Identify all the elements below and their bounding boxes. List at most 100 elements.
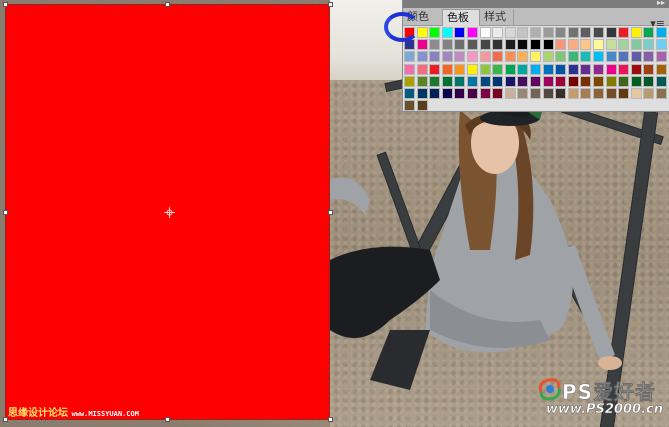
color-swatch[interactable]: [404, 88, 415, 99]
color-swatch[interactable]: [542, 88, 554, 99]
color-swatch[interactable]: [416, 51, 428, 63]
color-swatch[interactable]: [618, 63, 630, 75]
color-swatch[interactable]: [630, 63, 642, 75]
color-swatch[interactable]: [416, 88, 428, 99]
color-swatch[interactable]: [492, 39, 504, 51]
color-swatch[interactable]: [605, 39, 617, 51]
color-swatch[interactable]: [630, 39, 642, 51]
color-swatch[interactable]: [492, 75, 504, 87]
color-swatch[interactable]: [467, 51, 478, 63]
color-swatch[interactable]: [643, 39, 655, 51]
color-swatch[interactable]: [429, 88, 441, 99]
color-swatch[interactable]: [542, 27, 554, 38]
color-swatch[interactable]: [467, 88, 478, 99]
color-swatch[interactable]: [504, 27, 516, 38]
transform-handle-middle-right[interactable]: [328, 210, 333, 215]
color-swatch[interactable]: [593, 88, 604, 99]
color-swatch[interactable]: [630, 51, 642, 63]
color-swatch[interactable]: [605, 88, 617, 99]
color-swatch[interactable]: [643, 51, 655, 63]
transform-handle-middle-left[interactable]: [3, 210, 8, 215]
color-swatch[interactable]: [479, 51, 491, 63]
color-swatch[interactable]: [517, 88, 529, 99]
color-swatch[interactable]: [454, 88, 466, 99]
color-swatch[interactable]: [567, 75, 579, 87]
color-swatch[interactable]: [605, 75, 617, 87]
color-swatch[interactable]: [530, 63, 541, 75]
transform-handle-top-right[interactable]: [328, 2, 333, 7]
color-swatch[interactable]: [441, 51, 453, 63]
color-swatch[interactable]: [567, 63, 579, 75]
color-swatch[interactable]: [618, 27, 630, 38]
color-swatch[interactable]: [517, 51, 529, 63]
color-swatch[interactable]: [504, 51, 516, 63]
color-swatch[interactable]: [555, 88, 567, 99]
panel-titlebar[interactable]: ▸▸: [403, 0, 669, 8]
color-swatch[interactable]: [467, 39, 478, 51]
transform-handle-bottom-right[interactable]: [328, 417, 333, 422]
color-swatch[interactable]: [441, 75, 453, 87]
color-swatch[interactable]: [416, 63, 428, 75]
color-swatch[interactable]: [404, 63, 415, 75]
color-swatch[interactable]: [504, 88, 516, 99]
color-swatch[interactable]: [580, 63, 592, 75]
transform-handle-bottom-middle[interactable]: [165, 417, 170, 422]
color-swatch[interactable]: [643, 88, 655, 99]
color-swatch[interactable]: [530, 39, 541, 51]
color-swatch[interactable]: [454, 63, 466, 75]
color-swatch[interactable]: [580, 75, 592, 87]
color-swatch[interactable]: [567, 27, 579, 38]
color-swatch[interactable]: [429, 51, 441, 63]
tab-styles[interactable]: 样式: [480, 9, 514, 25]
color-swatch[interactable]: [530, 88, 541, 99]
color-swatch[interactable]: [404, 75, 415, 87]
color-swatch[interactable]: [454, 51, 466, 63]
color-swatch[interactable]: [479, 27, 491, 38]
color-swatch[interactable]: [492, 27, 504, 38]
color-swatch[interactable]: [416, 39, 428, 51]
color-swatch[interactable]: [593, 27, 604, 38]
color-swatch[interactable]: [567, 88, 579, 99]
color-swatch[interactable]: [643, 75, 655, 87]
color-swatch[interactable]: [479, 88, 491, 99]
color-swatch[interactable]: [467, 75, 478, 87]
color-swatch[interactable]: [542, 63, 554, 75]
color-swatch[interactable]: [618, 88, 630, 99]
color-swatch[interactable]: [479, 39, 491, 51]
color-swatch[interactable]: [656, 88, 667, 99]
color-swatch[interactable]: [593, 75, 604, 87]
color-swatch[interactable]: [454, 75, 466, 87]
color-swatch[interactable]: [555, 75, 567, 87]
color-swatch[interactable]: [429, 39, 441, 51]
color-swatch[interactable]: [630, 27, 642, 38]
transform-handle-top-left[interactable]: [3, 2, 8, 7]
color-swatch[interactable]: [567, 51, 579, 63]
color-swatch[interactable]: [618, 75, 630, 87]
color-swatch[interactable]: [492, 88, 504, 99]
color-swatch[interactable]: [542, 39, 554, 51]
color-swatch[interactable]: [530, 27, 541, 38]
color-swatch[interactable]: [618, 51, 630, 63]
color-swatch[interactable]: [429, 75, 441, 87]
tab-swatches[interactable]: 色板: [442, 9, 480, 26]
color-swatch[interactable]: [441, 27, 453, 38]
color-swatch[interactable]: [555, 39, 567, 51]
color-swatch[interactable]: [605, 27, 617, 38]
color-swatch[interactable]: [504, 63, 516, 75]
color-swatch[interactable]: [479, 63, 491, 75]
color-swatch[interactable]: [530, 51, 541, 63]
color-swatch[interactable]: [517, 27, 529, 38]
color-swatch[interactable]: [643, 27, 655, 38]
color-swatch[interactable]: [580, 51, 592, 63]
color-swatch[interactable]: [492, 51, 504, 63]
color-swatch[interactable]: [504, 75, 516, 87]
color-swatch[interactable]: [630, 88, 642, 99]
color-swatch[interactable]: [404, 100, 415, 112]
color-swatch[interactable]: [605, 63, 617, 75]
color-swatch[interactable]: [618, 39, 630, 51]
color-swatch[interactable]: [542, 75, 554, 87]
color-swatch[interactable]: [517, 39, 529, 51]
color-swatch[interactable]: [555, 63, 567, 75]
color-swatch[interactable]: [580, 88, 592, 99]
color-swatch[interactable]: [479, 75, 491, 87]
